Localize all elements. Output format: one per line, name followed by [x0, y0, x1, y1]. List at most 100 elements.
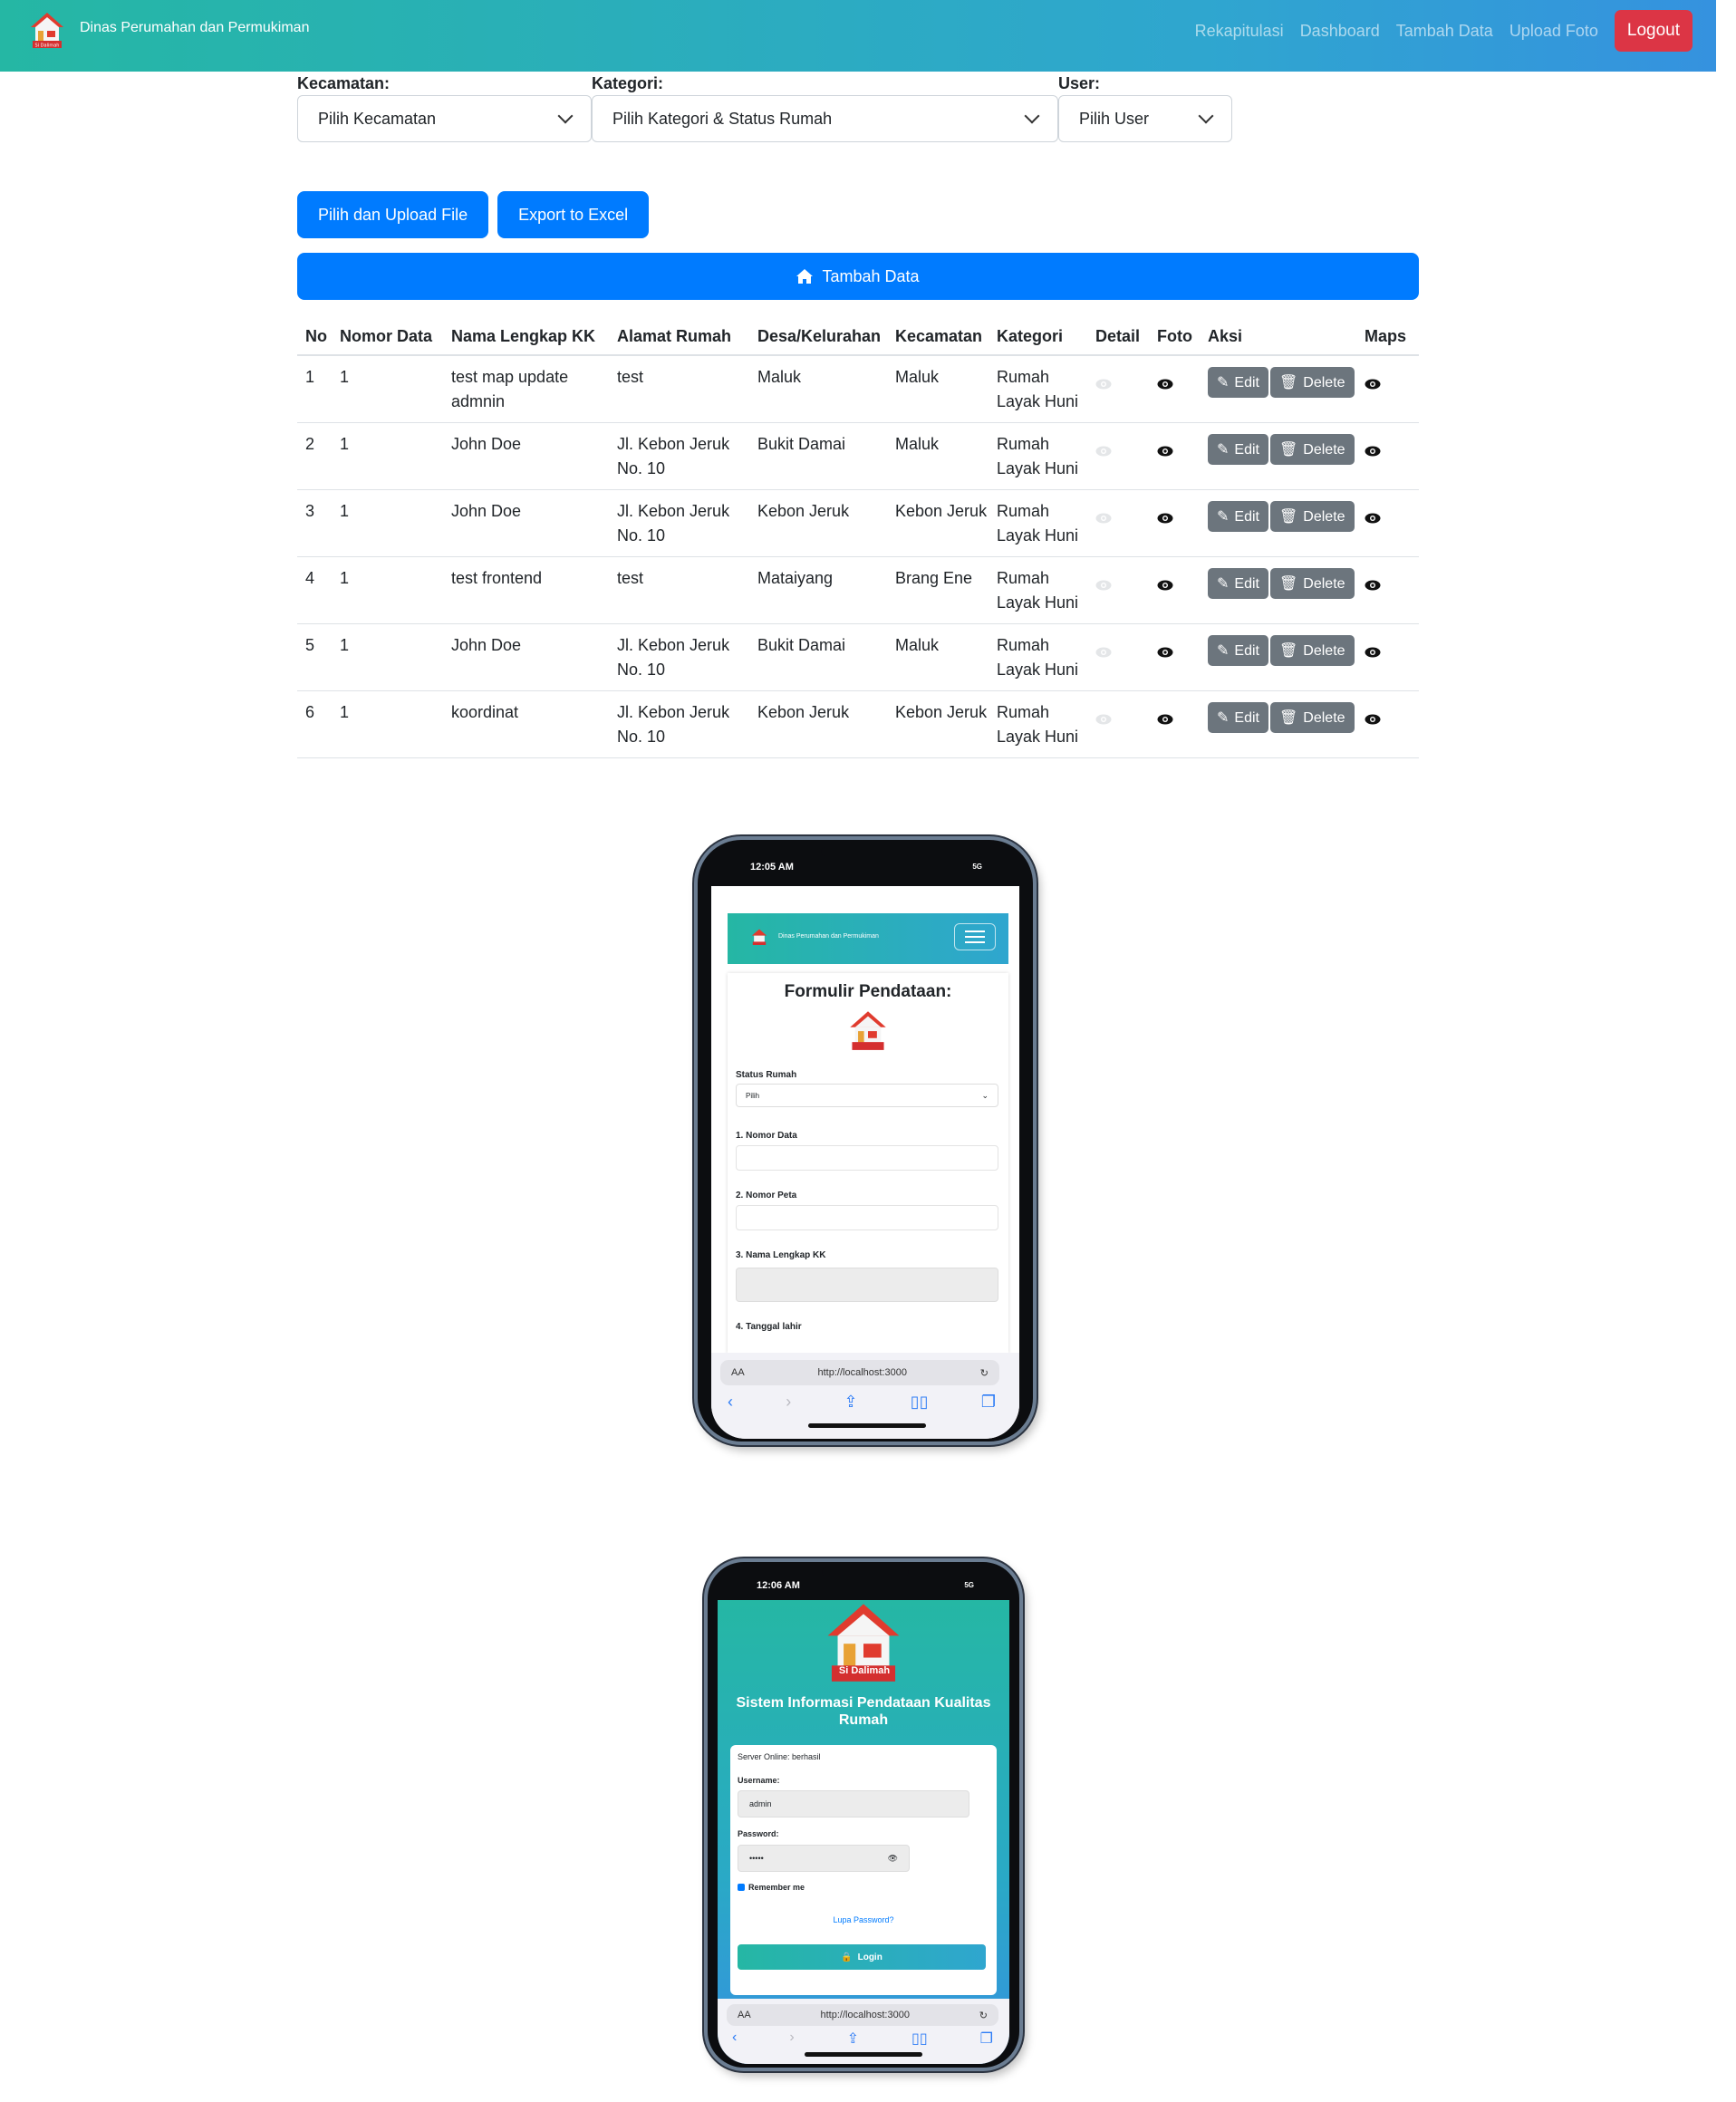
maps-eye-icon[interactable]	[1365, 372, 1381, 390]
delete-button[interactable]: 🗑 Delete	[1269, 434, 1355, 465]
delete-button[interactable]: 🗑 Delete	[1269, 568, 1355, 599]
kecamatan-select[interactable]: Pilih Kecamatan	[297, 95, 592, 142]
foto-eye-icon[interactable]	[1157, 439, 1173, 457]
edit-label: Edit	[1234, 709, 1259, 726]
forward-icon[interactable]: ›	[789, 2030, 794, 2048]
row-nomor-data: 1	[332, 623, 443, 691]
chevron-down-icon: ⌄	[981, 1090, 989, 1100]
url-bar[interactable]: AA http://localhost:3000 ↻	[727, 2004, 998, 2026]
login-label: Login	[857, 1952, 882, 1962]
row-nama: John Doe	[443, 489, 609, 557]
nav-link-rekapitulasi[interactable]: Rekapitulasi	[1195, 22, 1284, 41]
kategori-select[interactable]: Pilih Kategori & Status Rumah	[592, 95, 1058, 142]
kategori-value: Pilih Kategori & Status Rumah	[612, 109, 833, 128]
export-excel-button[interactable]: Export to Excel	[497, 191, 650, 238]
row-kecamatan: Maluk	[887, 422, 989, 490]
tabs-icon[interactable]: ❐	[981, 1393, 996, 1412]
detail-eye-icon[interactable]	[1095, 506, 1112, 524]
house-logo-icon	[848, 1009, 888, 1051]
show-password-eye-icon[interactable]: 👁	[888, 1854, 898, 1864]
nomor-peta-input[interactable]	[736, 1205, 998, 1230]
delete-label: Delete	[1303, 441, 1345, 458]
share-icon[interactable]: ⇪	[847, 2030, 859, 2048]
text-size-button[interactable]: AA	[731, 1367, 745, 1378]
row-maps	[1356, 690, 1419, 758]
nav-link-dashboard[interactable]: Dashboard	[1300, 22, 1380, 41]
maps-eye-icon[interactable]	[1365, 506, 1381, 524]
row-nomor-data: 1	[332, 489, 443, 557]
back-icon[interactable]: ‹	[732, 2030, 737, 2048]
reload-icon[interactable]: ↻	[980, 1367, 989, 1379]
chevron-down-icon	[1024, 108, 1040, 124]
col-kecamatan: Kecamatan	[887, 319, 989, 356]
edit-button[interactable]: ✎ Edit	[1208, 367, 1268, 398]
nama-kk-input[interactable]	[736, 1268, 998, 1302]
nav-link-upload-foto[interactable]: Upload Foto	[1509, 22, 1598, 41]
login-button[interactable]: 🔒 Login	[738, 1944, 986, 1970]
url-bar[interactable]: AA http://localhost:3000 ↻	[720, 1360, 999, 1385]
maps-eye-icon[interactable]	[1365, 439, 1381, 457]
upload-file-button[interactable]: Pilih dan Upload File	[297, 191, 489, 238]
nomor-data-input[interactable]	[736, 1145, 998, 1171]
bookmarks-icon[interactable]: ▯▯	[911, 1393, 929, 1412]
row-kategori: Rumah Layak Huni	[989, 422, 1087, 490]
row-kecamatan: Kebon Jeruk	[887, 690, 989, 758]
edit-button[interactable]: ✎ Edit	[1208, 434, 1268, 465]
bookmarks-icon[interactable]: ▯▯	[911, 2030, 928, 2048]
foto-eye-icon[interactable]	[1157, 708, 1173, 725]
logout-button[interactable]: Logout	[1614, 10, 1693, 52]
delete-button[interactable]: 🗑 Delete	[1269, 367, 1355, 398]
row-alamat: Jl. Kebon Jeruk No. 10	[609, 422, 749, 490]
row-aksi: ✎ Edit 🗑 Delete	[1200, 690, 1356, 758]
checkbox-icon[interactable]	[738, 1884, 745, 1891]
detail-eye-icon[interactable]	[1095, 439, 1112, 457]
nav-link-tambah-data[interactable]: Tambah Data	[1396, 22, 1493, 41]
edit-button[interactable]: ✎ Edit	[1208, 635, 1268, 666]
delete-button[interactable]: 🗑 Delete	[1269, 702, 1355, 733]
brand[interactable]: Si Dalimah Dinas Perumahan dan Permukima…	[29, 11, 309, 49]
url-text: http://localhost:3000	[817, 1367, 907, 1378]
foto-eye-icon[interactable]	[1157, 574, 1173, 591]
delete-button[interactable]: 🗑 Delete	[1269, 635, 1355, 666]
user-select[interactable]: Pilih User	[1058, 95, 1232, 142]
row-alamat: Jl. Kebon Jeruk No. 10	[609, 623, 749, 691]
row-nomor-data: 1	[332, 556, 443, 624]
col-detail: Detail	[1087, 319, 1149, 356]
text-size-button[interactable]: AA	[738, 2010, 751, 2020]
tambah-data-button[interactable]: Tambah Data	[297, 253, 1419, 300]
forgot-password-link[interactable]: Lupa Password?	[730, 1915, 997, 1924]
trash-icon: 🗑	[1278, 642, 1298, 659]
username-input[interactable]: admin	[738, 1790, 969, 1818]
share-icon[interactable]: ⇪	[844, 1393, 857, 1412]
foto-eye-icon[interactable]	[1157, 506, 1173, 524]
delete-button[interactable]: 🗑 Delete	[1269, 501, 1355, 532]
edit-button[interactable]: ✎ Edit	[1208, 702, 1268, 733]
maps-eye-icon[interactable]	[1365, 641, 1381, 658]
forward-icon[interactable]: ›	[786, 1393, 791, 1412]
maps-eye-icon[interactable]	[1365, 708, 1381, 725]
foto-eye-icon[interactable]	[1157, 641, 1173, 658]
back-icon[interactable]: ‹	[728, 1393, 733, 1412]
edit-button[interactable]: ✎ Edit	[1208, 568, 1268, 599]
reload-icon[interactable]: ↻	[979, 2010, 988, 2021]
detail-eye-icon[interactable]	[1095, 708, 1112, 725]
foto-eye-icon[interactable]	[1157, 372, 1173, 390]
row-detail	[1087, 623, 1149, 691]
edit-button[interactable]: ✎ Edit	[1208, 501, 1268, 532]
edit-icon: ✎	[1217, 575, 1230, 592]
detail-eye-icon[interactable]	[1095, 641, 1112, 658]
row-detail	[1087, 690, 1149, 758]
row-actions: ✎ Edit 🗑 Delete	[1208, 501, 1356, 532]
tabs-icon[interactable]: ❐	[980, 2030, 993, 2048]
detail-eye-icon[interactable]	[1095, 574, 1112, 591]
maps-eye-icon[interactable]	[1365, 574, 1381, 591]
remember-me[interactable]: Remember me	[738, 1883, 805, 1892]
row-maps	[1356, 355, 1419, 423]
status-rumah-select[interactable]: Pilih ⌄	[736, 1084, 998, 1107]
edit-icon: ✎	[1217, 709, 1230, 726]
password-input[interactable]: ••••• 👁	[738, 1845, 910, 1872]
detail-eye-icon[interactable]	[1095, 372, 1112, 390]
col-foto: Foto	[1149, 319, 1200, 356]
hamburger-menu-icon[interactable]	[954, 923, 996, 950]
row-desa: Mataiyang	[749, 556, 887, 624]
